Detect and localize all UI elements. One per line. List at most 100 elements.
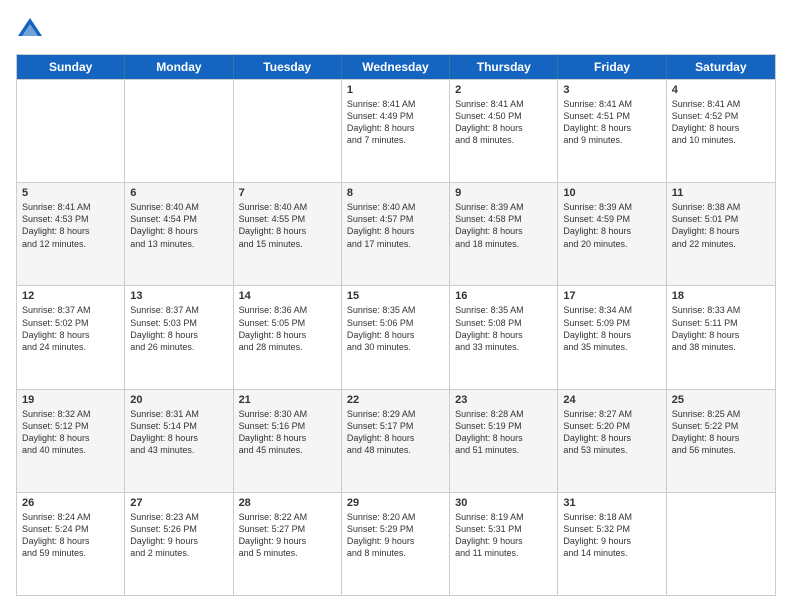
calendar-row-3: 19 Sunrise: 8:32 AM Sunset: 5:12 PM Dayli… [17, 389, 775, 492]
calendar-cell: 24Sunrise: 8:27 AM Sunset: 5:20 PM Dayli… [558, 390, 666, 492]
day-info: Sunrise: 8:20 AM Sunset: 5:29 PM Dayligh… [347, 511, 444, 560]
calendar-cell: 8 Sunrise: 8:40 AM Sunset: 4:57 PM Daylig… [342, 183, 450, 285]
day-number: 24 [563, 394, 660, 406]
day-info: Sunrise: 8:33 AM Sunset: 5:11 PM Dayligh… [672, 304, 770, 353]
day-number: 29 [347, 497, 444, 509]
day-info: Sunrise: 8:19 AM Sunset: 5:31 PM Dayligh… [455, 511, 552, 560]
calendar-cell [667, 493, 775, 595]
day-number: 16 [455, 290, 552, 302]
calendar-cell: 6 Sunrise: 8:40 AM Sunset: 4:54 PM Daylig… [125, 183, 233, 285]
header [16, 16, 776, 44]
calendar-cell: 22 Sunrise: 8:29 AM Sunset: 5:17 PM Dayli… [342, 390, 450, 492]
calendar-cell: 28 Sunrise: 8:22 AM Sunset: 5:27 PM Dayli… [234, 493, 342, 595]
day-number: 19 [22, 394, 119, 406]
day-info: Sunrise: 8:32 AM Sunset: 5:12 PM Dayligh… [22, 408, 119, 457]
calendar-header: SundayMondayTuesdayWednesdayThursdayFrid… [17, 55, 775, 79]
day-number: 15 [347, 290, 444, 302]
weekday-header-sunday: Sunday [17, 55, 125, 79]
day-info: Sunrise: 8:40 AM Sunset: 4:54 PM Dayligh… [130, 201, 227, 250]
logo-icon [16, 16, 44, 44]
day-info: Sunrise: 8:38 AM Sunset: 5:01 PM Dayligh… [672, 201, 770, 250]
day-info: Sunrise: 8:36 AM Sunset: 5:05 PM Dayligh… [239, 304, 336, 353]
weekday-header-tuesday: Tuesday [234, 55, 342, 79]
calendar-cell: 21 Sunrise: 8:30 AM Sunset: 5:16 PM Dayli… [234, 390, 342, 492]
day-number: 17 [563, 290, 660, 302]
calendar-cell: 3 Sunrise: 8:41 AM Sunset: 4:51 PM Daylig… [558, 80, 666, 182]
day-info: Sunrise: 8:35 AM Sunset: 5:08 PM Dayligh… [455, 304, 552, 353]
calendar-cell: 13 Sunrise: 8:37 AM Sunset: 5:03 PM Dayli… [125, 286, 233, 388]
day-number: 25 [672, 394, 770, 406]
calendar-cell: 19 Sunrise: 8:32 AM Sunset: 5:12 PM Dayli… [17, 390, 125, 492]
calendar-cell: 17Sunrise: 8:34 AM Sunset: 5:09 PM Dayli… [558, 286, 666, 388]
calendar: SundayMondayTuesdayWednesdayThursdayFrid… [16, 54, 776, 596]
day-info: Sunrise: 8:40 AM Sunset: 4:57 PM Dayligh… [347, 201, 444, 250]
calendar-cell: 4Sunrise: 8:41 AM Sunset: 4:52 PM Daylig… [667, 80, 775, 182]
calendar-cell: 7 Sunrise: 8:40 AM Sunset: 4:55 PM Daylig… [234, 183, 342, 285]
day-number: 2 [455, 84, 552, 96]
logo [16, 16, 48, 44]
calendar-cell [17, 80, 125, 182]
day-info: Sunrise: 8:23 AM Sunset: 5:26 PM Dayligh… [130, 511, 227, 560]
day-number: 18 [672, 290, 770, 302]
day-number: 3 [563, 84, 660, 96]
day-number: 22 [347, 394, 444, 406]
day-info: Sunrise: 8:41 AM Sunset: 4:50 PM Dayligh… [455, 98, 552, 147]
calendar-row-2: 12 Sunrise: 8:37 AM Sunset: 5:02 PM Dayli… [17, 285, 775, 388]
day-info: Sunrise: 8:29 AM Sunset: 5:17 PM Dayligh… [347, 408, 444, 457]
calendar-row-1: 5 Sunrise: 8:41 AM Sunset: 4:53 PM Daylig… [17, 182, 775, 285]
day-info: Sunrise: 8:35 AM Sunset: 5:06 PM Dayligh… [347, 304, 444, 353]
day-number: 10 [563, 187, 660, 199]
weekday-header-monday: Monday [125, 55, 233, 79]
day-info: Sunrise: 8:24 AM Sunset: 5:24 PM Dayligh… [22, 511, 119, 560]
day-number: 26 [22, 497, 119, 509]
day-number: 6 [130, 187, 227, 199]
weekday-header-thursday: Thursday [450, 55, 558, 79]
calendar-cell: 15 Sunrise: 8:35 AM Sunset: 5:06 PM Dayli… [342, 286, 450, 388]
day-info: Sunrise: 8:39 AM Sunset: 4:58 PM Dayligh… [455, 201, 552, 250]
day-number: 13 [130, 290, 227, 302]
calendar-cell: 26 Sunrise: 8:24 AM Sunset: 5:24 PM Dayli… [17, 493, 125, 595]
day-info: Sunrise: 8:25 AM Sunset: 5:22 PM Dayligh… [672, 408, 770, 457]
day-info: Sunrise: 8:31 AM Sunset: 5:14 PM Dayligh… [130, 408, 227, 457]
day-info: Sunrise: 8:37 AM Sunset: 5:02 PM Dayligh… [22, 304, 119, 353]
weekday-header-saturday: Saturday [667, 55, 775, 79]
day-number: 30 [455, 497, 552, 509]
calendar-cell: 1Sunrise: 8:41 AM Sunset: 4:49 PM Daylig… [342, 80, 450, 182]
calendar-cell: 27Sunrise: 8:23 AM Sunset: 5:26 PM Dayli… [125, 493, 233, 595]
calendar-cell: 11Sunrise: 8:38 AM Sunset: 5:01 PM Dayli… [667, 183, 775, 285]
day-info: Sunrise: 8:41 AM Sunset: 4:49 PM Dayligh… [347, 98, 444, 147]
calendar-cell: 23 Sunrise: 8:28 AM Sunset: 5:19 PM Dayli… [450, 390, 558, 492]
calendar-cell: 10 Sunrise: 8:39 AM Sunset: 4:59 PM Dayli… [558, 183, 666, 285]
day-number: 12 [22, 290, 119, 302]
calendar-cell: 31Sunrise: 8:18 AM Sunset: 5:32 PM Dayli… [558, 493, 666, 595]
calendar-cell: 29 Sunrise: 8:20 AM Sunset: 5:29 PM Dayli… [342, 493, 450, 595]
calendar-cell [234, 80, 342, 182]
weekday-header-wednesday: Wednesday [342, 55, 450, 79]
day-number: 14 [239, 290, 336, 302]
day-info: Sunrise: 8:37 AM Sunset: 5:03 PM Dayligh… [130, 304, 227, 353]
calendar-cell: 30 Sunrise: 8:19 AM Sunset: 5:31 PM Dayli… [450, 493, 558, 595]
calendar-cell [125, 80, 233, 182]
day-info: Sunrise: 8:18 AM Sunset: 5:32 PM Dayligh… [563, 511, 660, 560]
calendar-cell: 2 Sunrise: 8:41 AM Sunset: 4:50 PM Daylig… [450, 80, 558, 182]
day-number: 5 [22, 187, 119, 199]
day-info: Sunrise: 8:40 AM Sunset: 4:55 PM Dayligh… [239, 201, 336, 250]
calendar-cell: 16 Sunrise: 8:35 AM Sunset: 5:08 PM Dayli… [450, 286, 558, 388]
calendar-cell: 5 Sunrise: 8:41 AM Sunset: 4:53 PM Daylig… [17, 183, 125, 285]
day-info: Sunrise: 8:28 AM Sunset: 5:19 PM Dayligh… [455, 408, 552, 457]
day-number: 21 [239, 394, 336, 406]
day-info: Sunrise: 8:41 AM Sunset: 4:51 PM Dayligh… [563, 98, 660, 147]
day-number: 8 [347, 187, 444, 199]
calendar-cell: 25 Sunrise: 8:25 AM Sunset: 5:22 PM Dayli… [667, 390, 775, 492]
day-info: Sunrise: 8:39 AM Sunset: 4:59 PM Dayligh… [563, 201, 660, 250]
day-number: 23 [455, 394, 552, 406]
day-number: 28 [239, 497, 336, 509]
weekday-header-friday: Friday [558, 55, 666, 79]
calendar-row-0: 1Sunrise: 8:41 AM Sunset: 4:49 PM Daylig… [17, 79, 775, 182]
calendar-cell: 18 Sunrise: 8:33 AM Sunset: 5:11 PM Dayli… [667, 286, 775, 388]
day-number: 7 [239, 187, 336, 199]
day-info: Sunrise: 8:22 AM Sunset: 5:27 PM Dayligh… [239, 511, 336, 560]
day-info: Sunrise: 8:30 AM Sunset: 5:16 PM Dayligh… [239, 408, 336, 457]
day-info: Sunrise: 8:41 AM Sunset: 4:53 PM Dayligh… [22, 201, 119, 250]
day-number: 20 [130, 394, 227, 406]
